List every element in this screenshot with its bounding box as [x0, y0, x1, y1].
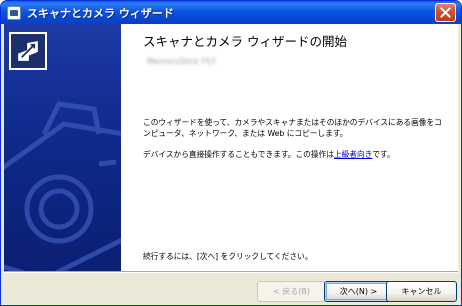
title-bar[interactable]: スキャナとカメラ ウィザード	[1, 1, 461, 24]
device-name: MemoryStick FS7	[147, 57, 217, 66]
footer-divider	[4, 271, 458, 273]
back-button[interactable]: < 戻る(B)	[257, 281, 326, 302]
wizard-sidebar	[4, 24, 121, 271]
wizard-logo-icon	[9, 32, 47, 70]
advanced-text-suffix: です。	[372, 150, 395, 159]
window-title: スキャナとカメラ ウィザード	[27, 6, 174, 20]
advanced-link[interactable]: 上級者向き	[334, 150, 372, 159]
continue-text: 続行するには、[次へ] をクリックしてください。	[143, 252, 313, 261]
page-title: スキャナとカメラ ウィザードの開始	[143, 34, 347, 49]
wizard-main: スキャナとカメラ ウィザードの開始 MemoryStick FS7 このウィザー…	[143, 24, 453, 271]
wizard-window: スキャナとカメラ ウィザード スキャナとカメラ ウィザードの開始 MemoryS…	[0, 0, 462, 306]
wizard-content: スキャナとカメラ ウィザードの開始 MemoryStick FS7 このウィザー…	[4, 24, 458, 271]
camera-watermark-icon	[4, 101, 121, 271]
scanner-app-icon	[7, 5, 21, 20]
next-button[interactable]: 次へ(N) >	[324, 281, 393, 302]
intro-text: このウィザードを使って、カメラやスキャナまたはそのほかのデバイスにある画像をコン…	[143, 118, 442, 138]
cancel-button[interactable]: キャンセル	[386, 281, 457, 302]
advanced-text: デバイスから直接操作することもできます。この操作は上級者向きです。	[143, 149, 443, 160]
close-icon	[440, 7, 451, 18]
advanced-text-prefix: デバイスから直接操作することもできます。この操作は	[143, 150, 334, 159]
close-button[interactable]	[435, 3, 456, 22]
